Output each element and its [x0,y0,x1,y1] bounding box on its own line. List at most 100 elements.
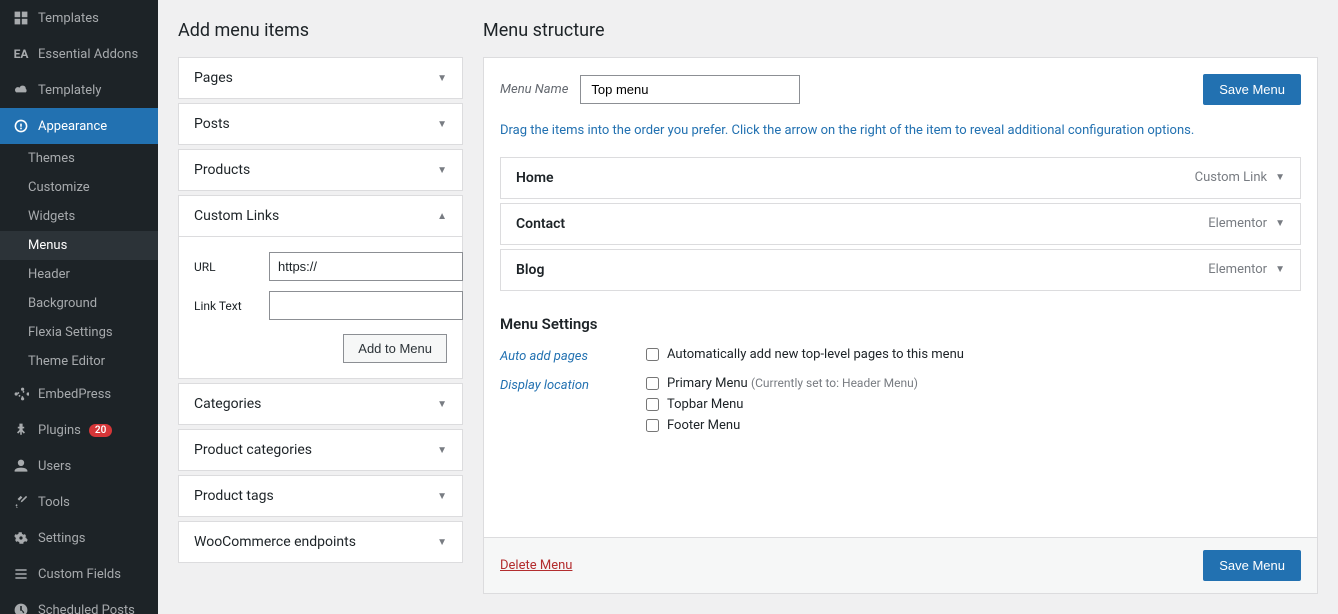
sidebar-sub-header[interactable]: Header [0,260,158,289]
accordion-products-header[interactable]: Products ▼ [179,150,462,190]
sidebar-item-scheduled-posts[interactable]: Scheduled Posts [0,592,158,614]
sidebar-sub-background[interactable]: Background [0,289,158,318]
location-options: Primary Menu (Currently set to: Header M… [646,376,918,433]
clock-icon [12,601,30,614]
ea-icon: EA [12,45,30,63]
accordion-posts: Posts ▼ [178,103,463,145]
menu-name-row: Menu Name Save Menu [500,74,1301,105]
link-text-label: Link Text [194,299,259,313]
sidebar-item-custom-fields[interactable]: Custom Fields [0,556,158,592]
accordion-label: Product tags [194,488,274,504]
users-icon [12,457,30,475]
sidebar-sub-widgets[interactable]: Widgets [0,202,158,231]
sidebar-item-appearance[interactable]: Appearance [0,108,158,144]
subitem-label: Widgets [28,209,75,224]
sidebar-sub-theme-editor[interactable]: Theme Editor [0,347,158,376]
subitem-label: Customize [28,180,90,195]
accordion-product-tags-header[interactable]: Product tags ▼ [179,476,462,516]
link-text-input[interactable] [269,291,463,320]
auto-add-row: Auto add pages Automatically add new top… [500,347,1301,364]
auto-add-content: Automatically add new top-level pages to… [646,347,964,362]
sidebar-item-label: Essential Addons [38,47,138,62]
sidebar-sub-customize[interactable]: Customize [0,173,158,202]
sidebar-item-templates[interactable]: Templates [0,0,158,36]
topbar-menu-checkbox[interactable] [646,398,659,411]
accordion-woo-endpoints-header[interactable]: WooCommerce endpoints ▼ [179,522,462,562]
accordion-label: Custom Links [194,208,279,224]
accordion-custom-links: Custom Links ▲ URL Link Text Add to Menu [178,195,463,379]
sidebar-item-embedpress[interactable]: EmbedPress [0,376,158,412]
accordion-woo-endpoints: WooCommerce endpoints ▼ [178,521,463,563]
instruction-text: Drag the items into the order you prefer… [500,121,1301,141]
chevron-down-icon[interactable]: ▼ [1275,218,1285,229]
accordion-posts-header[interactable]: Posts ▼ [179,104,462,144]
auto-add-label: Auto add pages [500,347,630,364]
sidebar-item-plugins[interactable]: Plugins 20 [0,412,158,448]
display-location-label: Display location [500,376,630,393]
menu-item-name: Contact [516,216,565,232]
accordion-categories-header[interactable]: Categories ▼ [179,384,462,424]
menu-item-type: Custom Link [1195,170,1267,185]
right-panel: Menu structure Menu Name Save Menu Drag … [483,20,1318,594]
url-label: URL [194,260,259,274]
auto-add-checkbox[interactable] [646,348,659,361]
content-area: Add menu items Pages ▼ Posts ▼ Products [158,0,1338,614]
sidebar-item-label: Plugins [38,423,81,438]
sidebar-sub-flexia[interactable]: Flexia Settings [0,318,158,347]
sidebar-item-label: Tools [38,495,70,510]
menu-item-type-area: Elementor ▼ [1208,216,1285,231]
url-input[interactable] [269,252,463,281]
sidebar-sub-themes[interactable]: Themes [0,144,158,173]
paint-icon [12,117,30,135]
footer-menu-row: Footer Menu [646,418,918,433]
subitem-label: Theme Editor [28,354,105,369]
accordion-label: Products [194,162,250,178]
sidebar-item-label: EmbedPress [38,387,111,402]
settings-title: Menu Settings [500,315,1301,333]
subitem-label: Flexia Settings [28,325,113,340]
display-location-row: Display location Primary Menu (Currently… [500,376,1301,433]
primary-menu-label: Primary Menu (Currently set to: Header M… [667,376,918,391]
save-menu-button-bottom[interactable]: Save Menu [1203,550,1301,581]
menu-item-name: Home [516,170,554,186]
sidebar-item-label: Custom Fields [38,567,121,582]
delete-menu-link[interactable]: Delete Menu [500,558,572,573]
accordion-product-categories-header[interactable]: Product categories ▼ [179,430,462,470]
save-menu-button-top[interactable]: Save Menu [1203,74,1301,105]
accordion-label: WooCommerce endpoints [194,534,356,550]
chevron-down-icon[interactable]: ▼ [1275,264,1285,275]
embed-icon [12,385,30,403]
accordion-products: Products ▼ [178,149,463,191]
accordion-custom-links-body: URL Link Text Add to Menu [179,236,462,378]
menu-item-blog: Blog Elementor ▼ [500,249,1301,291]
sidebar-sub-menus[interactable]: Menus [0,231,158,260]
footer-bar: Delete Menu Save Menu [484,537,1317,593]
chevron-down-icon: ▼ [437,165,447,176]
subitem-label: Menus [28,238,67,253]
accordion-pages-header[interactable]: Pages ▼ [179,58,462,98]
chevron-down-icon: ▼ [437,73,447,84]
sidebar-item-users[interactable]: Users [0,448,158,484]
sidebar-item-essential-addons[interactable]: EA Essential Addons [0,36,158,72]
sidebar-item-settings[interactable]: Settings [0,520,158,556]
accordion-label: Product categories [194,442,312,458]
menu-name-input[interactable] [580,75,800,104]
sidebar-item-templately[interactable]: Templately [0,72,158,108]
primary-menu-note: (Currently set to: Header Menu) [751,376,918,390]
cloud-icon [12,81,30,99]
footer-menu-checkbox[interactable] [646,419,659,432]
plugin-icon [12,421,30,439]
primary-menu-checkbox[interactable] [646,377,659,390]
sidebar-item-tools[interactable]: Tools [0,484,158,520]
topbar-menu-row: Topbar Menu [646,397,918,412]
chevron-down-icon: ▼ [437,491,447,502]
menu-item-name: Blog [516,262,544,278]
menu-item-type-area: Elementor ▼ [1208,262,1285,277]
auto-add-checkbox-label: Automatically add new top-level pages to… [667,347,964,362]
primary-menu-row: Primary Menu (Currently set to: Header M… [646,376,918,391]
main-content: Add menu items Pages ▼ Posts ▼ Products [158,0,1338,614]
accordion-custom-links-header[interactable]: Custom Links ▲ [179,196,462,236]
chevron-down-icon[interactable]: ▼ [1275,172,1285,183]
add-to-menu-button[interactable]: Add to Menu [343,334,447,363]
accordion-pages: Pages ▼ [178,57,463,99]
